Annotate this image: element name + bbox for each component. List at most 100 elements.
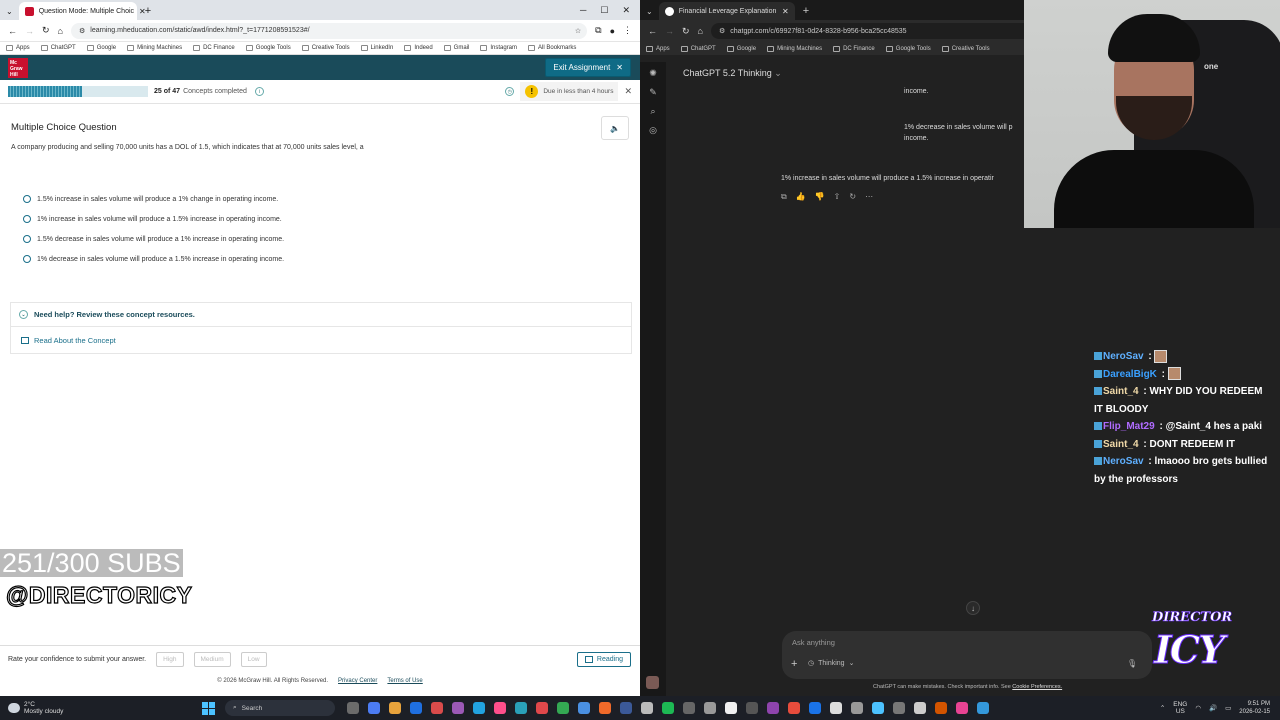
user-avatar[interactable]: [646, 676, 659, 689]
radio-button[interactable]: [23, 195, 31, 203]
taskbar-app-icon[interactable]: [536, 702, 548, 714]
reload-icon[interactable]: ↻: [682, 26, 690, 37]
taskbar-app-icon[interactable]: [725, 702, 737, 714]
bookmark-linkedin[interactable]: LinkedIn: [360, 45, 393, 51]
taskbar-app-icon[interactable]: [515, 702, 527, 714]
taskbar-app-icon[interactable]: [599, 702, 611, 714]
taskbar-app-icon[interactable]: [704, 702, 716, 714]
bookmark-apps[interactable]: Apps: [6, 45, 30, 51]
back-icon[interactable]: ←: [8, 26, 17, 36]
tab-mcgraw-question[interactable]: Question Mode: Multiple Choic ✕: [18, 2, 146, 20]
forward-icon[interactable]: →: [25, 26, 34, 36]
taskbar-app-icon[interactable]: [410, 702, 422, 714]
confidence-medium-button[interactable]: Medium: [193, 651, 231, 667]
taskbar-app-icon[interactable]: [788, 702, 800, 714]
taskbar-app-icon[interactable]: [557, 702, 569, 714]
answer-option-3[interactable]: 1.5% decrease in sales volume will produ…: [23, 235, 284, 243]
chat-composer[interactable]: Ask anything + ◷ Thinking ⌄ 🎙: [782, 631, 1152, 679]
bookmark-chatgpt[interactable]: ChatGPT: [40, 45, 76, 51]
tab-chatgpt[interactable]: Financial Leverage Explanation ✕: [658, 2, 795, 20]
forward-icon[interactable]: →: [665, 26, 674, 36]
menu-kebab-icon[interactable]: ⋮: [623, 25, 632, 36]
exit-assignment-button[interactable]: Exit Assignment ✕: [545, 58, 631, 77]
composer-placeholder[interactable]: Ask anything: [792, 638, 835, 647]
weather-widget[interactable]: 2°C Mostly cloudy: [0, 701, 150, 715]
tab-search-icon[interactable]: ⌄: [6, 7, 13, 16]
need-help-toggle[interactable]: ⌄ Need help? Review these concept resour…: [11, 303, 631, 327]
bookmark-star-icon[interactable]: ☆: [575, 27, 581, 35]
taskbar-app-icon[interactable]: [872, 702, 884, 714]
bookmark-dc-finance[interactable]: DC Finance: [193, 45, 235, 51]
bookmark-google-tools[interactable]: Google Tools: [245, 45, 291, 51]
start-button[interactable]: [202, 701, 215, 715]
home-icon[interactable]: ⌂: [698, 26, 703, 36]
bookmark-google-tools[interactable]: Google Tools: [885, 45, 931, 52]
tab-close-icon[interactable]: ✕: [782, 7, 789, 16]
answer-option-2[interactable]: 1% increase in sales volume will produce…: [23, 215, 282, 223]
radio-button[interactable]: [23, 255, 31, 263]
bookmark-dc-finance[interactable]: DC Finance: [833, 45, 875, 52]
search-chats-icon[interactable]: ⌕: [650, 106, 655, 117]
taskbar-app-icon[interactable]: [494, 702, 506, 714]
confidence-low-button[interactable]: Low: [240, 651, 267, 667]
taskbar-search[interactable]: ⌕ Search: [225, 700, 335, 716]
taskbar-app-icon[interactable]: [683, 702, 695, 714]
extensions-icon[interactable]: ⧉: [595, 25, 601, 36]
taskbar-app-icon[interactable]: [830, 702, 842, 714]
language-indicator[interactable]: ENG US: [1173, 701, 1187, 715]
bookmark-instagram[interactable]: Instagram: [480, 45, 517, 51]
taskbar-app-icon[interactable]: [767, 702, 779, 714]
model-selector[interactable]: ChatGPT 5.2 Thinking ⌄: [683, 68, 782, 79]
taskbar-app-icon[interactable]: [893, 702, 905, 714]
close-window-icon[interactable]: ✕: [622, 5, 630, 16]
bookmark-chatgpt[interactable]: ChatGPT: [680, 45, 716, 52]
taskbar-app-icon[interactable]: [389, 702, 401, 714]
tray-chevron-icon[interactable]: ⌃: [1160, 704, 1165, 712]
url-field[interactable]: ⚙ learning.mheducation.com/static/awd/in…: [70, 22, 588, 39]
thumbs-up-icon[interactable]: 👍: [796, 192, 806, 202]
back-icon[interactable]: ←: [648, 26, 657, 36]
bookmark-all-bookmarks[interactable]: All Bookmarks: [528, 45, 576, 51]
radio-button[interactable]: [23, 235, 31, 243]
thumbs-down-icon[interactable]: 👎: [815, 192, 825, 202]
scroll-to-bottom-button[interactable]: ↓: [966, 601, 980, 615]
taskbar-app-icon[interactable]: [935, 702, 947, 714]
bookmark-google[interactable]: Google: [726, 45, 756, 52]
read-aloud-button[interactable]: 🔈: [601, 116, 629, 140]
taskbar-app-icon[interactable]: [431, 702, 443, 714]
bookmark-gmail[interactable]: Gmail: [443, 45, 469, 51]
answer-option-1[interactable]: 1.5% increase in sales volume will produ…: [23, 195, 278, 203]
profile-avatar[interactable]: ●: [610, 26, 615, 36]
bookmark-creative-tools[interactable]: Creative Tools: [301, 45, 350, 51]
new-tab-icon[interactable]: +: [145, 2, 151, 20]
copy-icon[interactable]: ⧉: [781, 192, 787, 202]
battery-icon[interactable]: ▭: [1225, 704, 1231, 712]
site-info-icon[interactable]: ⚙: [79, 27, 85, 35]
tab-search-icon[interactable]: ⌄: [646, 7, 653, 16]
info-icon[interactable]: i: [254, 87, 264, 96]
site-info-icon[interactable]: ⚙: [719, 27, 725, 35]
taskbar-app-icon[interactable]: [620, 702, 632, 714]
taskbar-app-icon[interactable]: [578, 702, 590, 714]
bookmark-google[interactable]: Google: [86, 45, 116, 51]
taskbar-app-icon[interactable]: [368, 702, 380, 714]
taskbar-app-icon[interactable]: [914, 702, 926, 714]
bookmark-mining-machines[interactable]: Mining Machines: [127, 45, 182, 51]
add-attachment-icon[interactable]: +: [791, 658, 797, 670]
taskbar-app-icon[interactable]: [473, 702, 485, 714]
dismiss-due-icon[interactable]: ✕: [624, 86, 632, 97]
radio-button[interactable]: [23, 215, 31, 223]
wifi-icon[interactable]: ◠: [1195, 704, 1201, 712]
home-icon[interactable]: ⌂: [58, 26, 63, 36]
bookmark-mining-machines[interactable]: Mining Machines: [767, 45, 822, 52]
taskbar-app-icon[interactable]: [746, 702, 758, 714]
terms-of-use-link[interactable]: Terms of Use: [387, 678, 422, 684]
taskbar-app-icon[interactable]: [662, 702, 674, 714]
taskbar-app-icon[interactable]: [851, 702, 863, 714]
library-icon[interactable]: ◎: [649, 125, 657, 136]
cookie-preferences-link[interactable]: Cookie Preferences.: [1012, 684, 1062, 690]
taskbar-app-icon[interactable]: [809, 702, 821, 714]
openai-logo-icon[interactable]: ✺: [649, 68, 657, 79]
new-tab-icon[interactable]: +: [803, 2, 809, 20]
taskbar-app-icon[interactable]: [347, 702, 359, 714]
